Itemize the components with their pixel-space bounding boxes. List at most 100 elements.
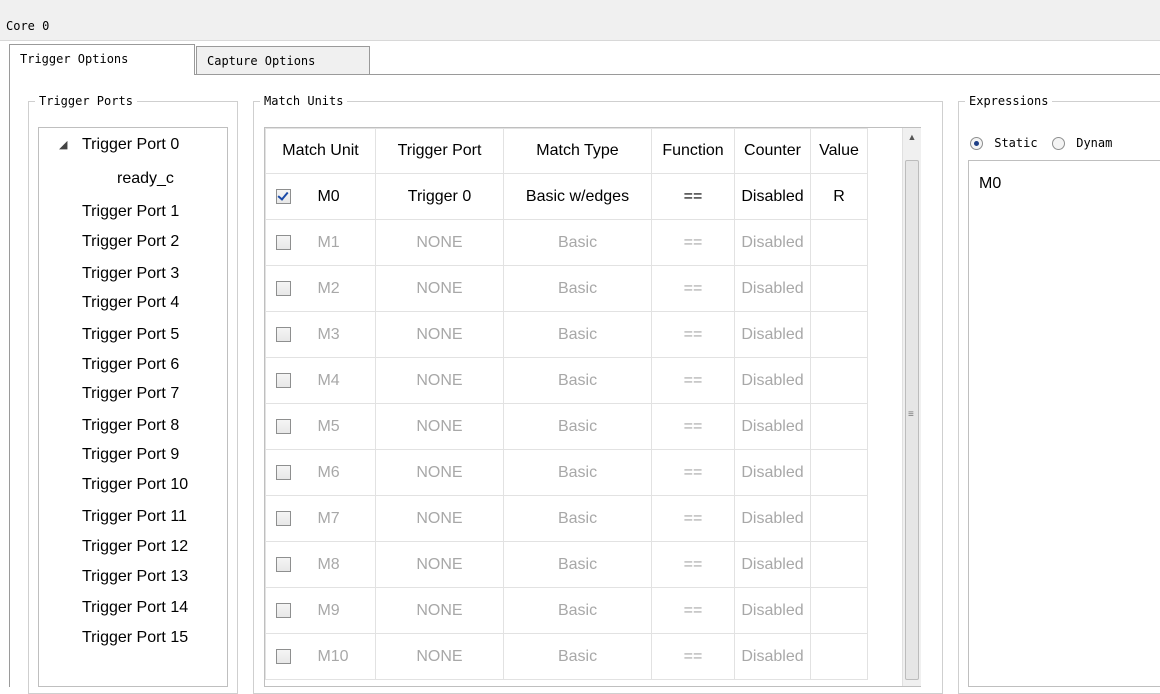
tree-item-trigger-port-6[interactable]: Trigger Port 6 [82, 356, 272, 374]
match-type-cell[interactable]: Basic [503, 633, 652, 680]
tree-item-trigger-port-0[interactable]: Trigger Port 0 [82, 136, 272, 154]
trigger-port-cell[interactable]: NONE [375, 311, 504, 358]
function-cell[interactable]: == [651, 265, 735, 312]
expression-editor[interactable]: M0 [968, 160, 1160, 687]
value-cell[interactable]: R [810, 173, 868, 220]
checkbox[interactable] [276, 372, 291, 388]
scrollbar-thumb[interactable]: ≡ [905, 160, 919, 680]
function-cell[interactable]: == [651, 449, 735, 496]
tree-item-trigger-port-12[interactable]: Trigger Port 12 [82, 538, 272, 556]
checkbox[interactable] [276, 188, 291, 204]
match-type-cell[interactable]: Basic [503, 265, 652, 312]
column-header-counter[interactable]: Counter [734, 128, 811, 174]
static-radio-option[interactable]: Static [970, 136, 1038, 150]
table-row[interactable]: M10 NONE Basic == Disabled [265, 633, 868, 680]
tab-capture-options[interactable]: Capture Options [196, 46, 370, 74]
tree-item-trigger-port-5[interactable]: Trigger Port 5 [82, 326, 272, 344]
tree-item-trigger-port-7[interactable]: Trigger Port 7 [82, 385, 272, 403]
counter-cell[interactable]: Disabled [734, 633, 811, 680]
trigger-port-cell[interactable]: NONE [375, 633, 504, 680]
table-row[interactable]: M5 NONE Basic == Disabled [265, 403, 868, 450]
match-type-cell[interactable]: Basic [503, 311, 652, 358]
function-cell[interactable]: == [651, 173, 735, 220]
counter-cell[interactable]: Disabled [734, 403, 811, 450]
dynamic-radio-option[interactable]: Dynam [1052, 136, 1112, 150]
match-type-cell[interactable]: Basic [503, 449, 652, 496]
function-cell[interactable]: == [651, 541, 735, 588]
value-cell[interactable] [810, 633, 868, 680]
function-cell[interactable]: == [651, 495, 735, 542]
counter-cell[interactable]: Disabled [734, 219, 811, 266]
tree-item-trigger-port-14[interactable]: Trigger Port 14 [82, 599, 272, 617]
table-row[interactable]: M3 NONE Basic == Disabled [265, 311, 868, 358]
checkbox[interactable] [276, 326, 291, 342]
tree-item-trigger-port-8[interactable]: Trigger Port 8 [82, 417, 272, 435]
counter-cell[interactable]: Disabled [734, 265, 811, 312]
counter-cell[interactable]: Disabled [734, 541, 811, 588]
tree-item-trigger-port-9[interactable]: Trigger Port 9 [82, 446, 272, 464]
match-type-cell[interactable]: Basic [503, 541, 652, 588]
trigger-port-cell[interactable]: NONE [375, 265, 504, 312]
function-cell[interactable]: == [651, 403, 735, 450]
column-header-match-unit[interactable]: Match Unit [265, 128, 376, 174]
trigger-port-cell[interactable]: NONE [375, 449, 504, 496]
table-row[interactable]: M2 NONE Basic == Disabled [265, 265, 868, 312]
trigger-port-cell[interactable]: NONE [375, 587, 504, 634]
table-row[interactable]: M4 NONE Basic == Disabled [265, 357, 868, 404]
function-cell[interactable]: == [651, 219, 735, 266]
value-cell[interactable] [810, 403, 868, 450]
function-cell[interactable]: == [651, 633, 735, 680]
match-type-cell[interactable]: Basic [503, 403, 652, 450]
tree-item-trigger-port-4[interactable]: Trigger Port 4 [82, 294, 272, 312]
tree-item-trigger-port-1[interactable]: Trigger Port 1 [82, 203, 272, 221]
match-type-cell[interactable]: Basic [503, 495, 652, 542]
value-cell[interactable] [810, 495, 868, 542]
column-header-value[interactable]: Value [810, 128, 868, 174]
counter-cell[interactable]: Disabled [734, 449, 811, 496]
trigger-port-cell[interactable]: NONE [375, 357, 504, 404]
match-type-cell[interactable]: Basic [503, 219, 652, 266]
dynamic-radio-button[interactable] [1052, 137, 1065, 150]
counter-cell[interactable]: Disabled [734, 357, 811, 404]
counter-cell[interactable]: Disabled [734, 311, 811, 358]
scroll-up-arrow-icon[interactable]: ▲ [903, 128, 921, 146]
tree-item-trigger-port-11[interactable]: Trigger Port 11 [82, 508, 272, 526]
checkbox[interactable] [276, 602, 291, 618]
tree-item-trigger-port-15[interactable]: Trigger Port 15 [82, 629, 272, 647]
trigger-port-cell[interactable]: Trigger 0 [375, 173, 504, 220]
checkbox[interactable] [276, 234, 291, 250]
trigger-port-cell[interactable]: NONE [375, 219, 504, 266]
tree-item-trigger-port-3[interactable]: Trigger Port 3 [82, 265, 272, 283]
checkbox[interactable] [276, 510, 291, 526]
value-cell[interactable] [810, 219, 868, 266]
tree-item-trigger-port-10[interactable]: Trigger Port 10 [82, 476, 272, 494]
table-scrollbar[interactable]: ▲ ≡ [902, 128, 921, 686]
static-radio-button[interactable] [970, 137, 983, 150]
column-header-trigger-port[interactable]: Trigger Port [375, 128, 504, 174]
table-row[interactable]: M6 NONE Basic == Disabled [265, 449, 868, 496]
value-cell[interactable] [810, 541, 868, 588]
function-cell[interactable]: == [651, 311, 735, 358]
checkbox[interactable] [276, 556, 291, 572]
column-header-function[interactable]: Function [651, 128, 735, 174]
expand-arrow-icon[interactable]: ◢ [59, 138, 67, 151]
match-type-cell[interactable]: Basic w/edges [503, 173, 652, 220]
value-cell[interactable] [810, 265, 868, 312]
value-cell[interactable] [810, 587, 868, 634]
table-row[interactable]: M8 NONE Basic == Disabled [265, 541, 868, 588]
tab-trigger-options[interactable]: Trigger Options [9, 44, 195, 75]
trigger-port-cell[interactable]: NONE [375, 541, 504, 588]
value-cell[interactable] [810, 357, 868, 404]
match-type-cell[interactable]: Basic [503, 587, 652, 634]
counter-cell[interactable]: Disabled [734, 495, 811, 542]
trigger-ports-tree[interactable]: ◢ Trigger Port 0 ready_c Trigger Port 1 … [38, 127, 228, 687]
trigger-port-cell[interactable]: NONE [375, 403, 504, 450]
checkbox[interactable] [276, 280, 291, 296]
table-row[interactable]: M0 Trigger 0 Basic w/edges == Disabled R [265, 173, 868, 220]
column-header-match-type[interactable]: Match Type [503, 128, 652, 174]
trigger-port-cell[interactable]: NONE [375, 495, 504, 542]
table-row[interactable]: M1 NONE Basic == Disabled [265, 219, 868, 266]
counter-cell[interactable]: Disabled [734, 587, 811, 634]
table-row[interactable]: M7 NONE Basic == Disabled [265, 495, 868, 542]
tree-item-trigger-port-2[interactable]: Trigger Port 2 [82, 233, 272, 251]
